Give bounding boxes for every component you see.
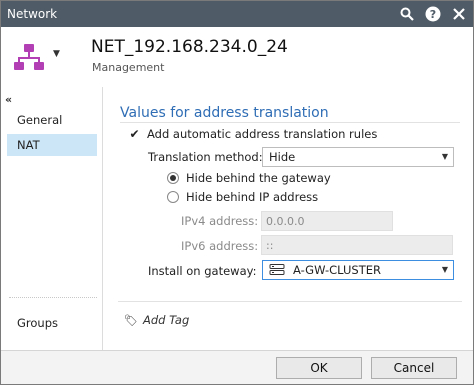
radio-hide-gateway[interactable]	[167, 172, 179, 184]
radio-hide-ip[interactable]	[167, 191, 179, 203]
title-bar: Network ?	[1, 1, 473, 27]
ipv6-field[interactable]: ::	[261, 235, 453, 255]
hide-ip-option[interactable]: Hide behind IP address	[167, 190, 318, 204]
tag-icon: 🏷	[124, 313, 138, 327]
dialog-footer: OK Cancel	[1, 350, 473, 384]
translation-method-value: Hide	[269, 150, 296, 164]
ipv6-label: IPv6 address:	[181, 239, 259, 253]
section-title: Values for address translation	[120, 105, 329, 121]
add-tag-link[interactable]: 🏷 Add Tag	[124, 313, 189, 327]
cancel-button[interactable]: Cancel	[371, 357, 457, 379]
object-type: Management	[92, 61, 165, 74]
chevron-down-icon: ▼	[441, 265, 448, 274]
auto-rules-label: Add automatic address translation rules	[147, 127, 378, 141]
ipv4-label: IPv4 address:	[181, 214, 259, 228]
translation-method-select[interactable]: Hide ▼	[262, 147, 454, 167]
sidebar-item-groups[interactable]: Groups	[7, 312, 97, 334]
checkmark-icon[interactable]: ✔	[128, 127, 141, 141]
section-divider	[120, 122, 460, 123]
sidebar: « General NAT Groups	[1, 87, 103, 350]
object-name[interactable]: NET_192.168.234.0_24	[91, 37, 288, 57]
install-gateway-select[interactable]: A-GW-CLUSTER ▼	[262, 260, 454, 280]
help-icon[interactable]: ?	[423, 4, 443, 24]
sidebar-divider	[9, 297, 97, 298]
chevron-down-icon: ▼	[441, 152, 448, 161]
chevron-down-icon[interactable]: ▼	[53, 49, 60, 59]
ok-button[interactable]: OK	[276, 357, 362, 379]
nat-panel: Values for address translation ✔ Add aut…	[104, 87, 473, 350]
ipv6-value: ::	[266, 238, 274, 252]
install-gateway-label: Install on gateway:	[148, 264, 257, 278]
auto-rules-row[interactable]: ✔ Add automatic address translation rule…	[128, 127, 377, 141]
network-dialog: Network ? ▼ NET_192.168.234.0_24 Managem…	[0, 0, 474, 385]
ipv4-value: 0.0.0.0	[266, 214, 305, 228]
section-divider	[118, 301, 462, 302]
hide-ip-label: Hide behind IP address	[186, 190, 319, 204]
sidebar-item-nat[interactable]: NAT	[7, 134, 97, 156]
translation-method-label: Translation method:	[148, 150, 263, 164]
ipv4-field[interactable]: 0.0.0.0	[261, 211, 393, 231]
object-header: ▼ NET_192.168.234.0_24 Management	[1, 27, 473, 87]
add-tag-label: Add Tag	[142, 313, 190, 327]
network-object-icon[interactable]	[13, 43, 45, 71]
gateway-cluster-icon	[269, 264, 285, 276]
window-title: Network	[7, 7, 58, 21]
install-gateway-value: A-GW-CLUSTER	[293, 263, 382, 277]
collapse-sidebar-icon[interactable]: «	[5, 93, 12, 106]
svg-text:?: ?	[430, 8, 436, 21]
close-icon[interactable]	[449, 4, 469, 24]
hide-gateway-option[interactable]: Hide behind the gateway	[167, 171, 331, 185]
hide-gateway-label: Hide behind the gateway	[186, 171, 331, 185]
search-icon[interactable]	[397, 4, 417, 24]
sidebar-item-general[interactable]: General	[7, 109, 97, 131]
